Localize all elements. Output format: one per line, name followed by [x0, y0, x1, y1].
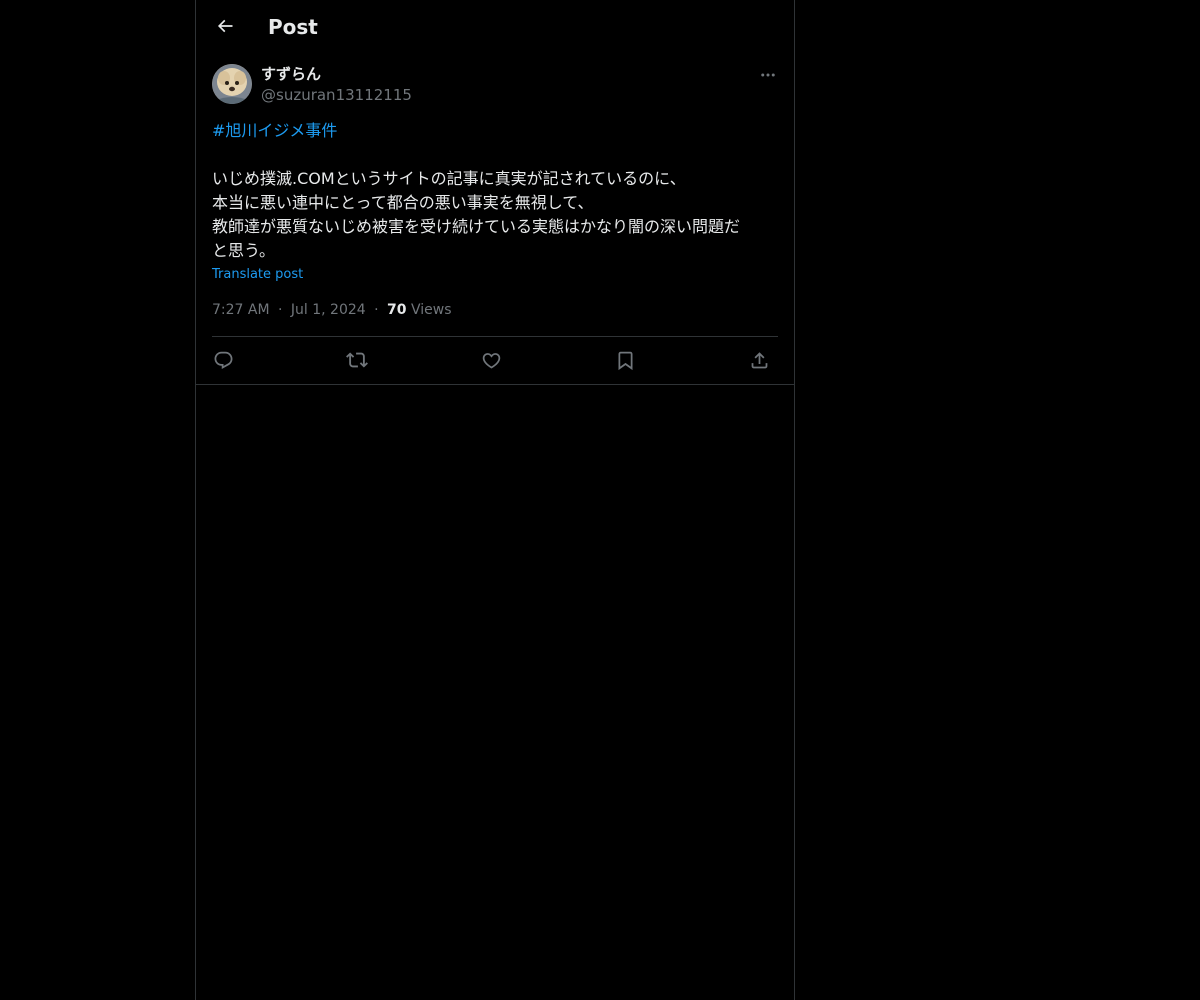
repost-icon [346, 349, 368, 371]
post-text-line: 本当に悪い連中にとって都合の悪い事実を無視して、 [212, 193, 594, 212]
like-button[interactable] [478, 347, 504, 373]
divider [196, 384, 794, 385]
bookmark-button[interactable] [612, 347, 638, 373]
heart-icon [481, 350, 502, 371]
meta-separator: · [374, 302, 379, 318]
post-text: #旭川イジメ事件 いじめ撲滅.COMというサイトの記事に真実が記されているのに、… [212, 119, 777, 263]
more-options-button[interactable] [756, 64, 780, 86]
action-bar [212, 345, 778, 375]
views-count: 70 [387, 302, 407, 318]
more-horizontal-icon [759, 66, 777, 84]
hashtag-link[interactable]: #旭川イジメ事件 [212, 119, 777, 143]
share-icon [749, 350, 770, 371]
avatar[interactable] [212, 64, 252, 104]
translate-post-link[interactable]: Translate post [212, 266, 303, 284]
page-header: Post [196, 0, 794, 53]
repost-button[interactable] [344, 347, 370, 373]
reply-button[interactable] [210, 347, 236, 373]
post-text-line: と思う。 [212, 241, 276, 260]
author-handle[interactable]: @suzuran13112115 [261, 85, 412, 105]
arrow-left-icon [215, 16, 235, 36]
page-title: Post [268, 15, 318, 39]
author-display-name[interactable]: すずらん [261, 64, 321, 84]
post-time[interactable]: 7:27 AM [212, 302, 270, 318]
bookmark-icon [615, 350, 636, 371]
post-text-line: いじめ撲滅.COMというサイトの記事に真実が記されているのに、 [212, 169, 686, 188]
share-button[interactable] [746, 347, 772, 373]
back-button[interactable] [208, 9, 242, 43]
post-column: Post すずらん @suzuran13112115 #旭川イジメ事件 いじめ撲… [195, 0, 795, 1000]
reply-icon [213, 350, 234, 371]
post-date[interactable]: Jul 1, 2024 [291, 302, 366, 318]
views-label: Views [410, 302, 452, 318]
post-text-line: 教師達が悪質ないじめ被害を受け続けている実態はかなり闇の深い問題だ [212, 217, 741, 236]
divider [212, 336, 778, 337]
meta-separator: · [278, 302, 283, 318]
post-metadata: 7:27 AM · Jul 1, 2024 · 70 Views [212, 300, 452, 320]
